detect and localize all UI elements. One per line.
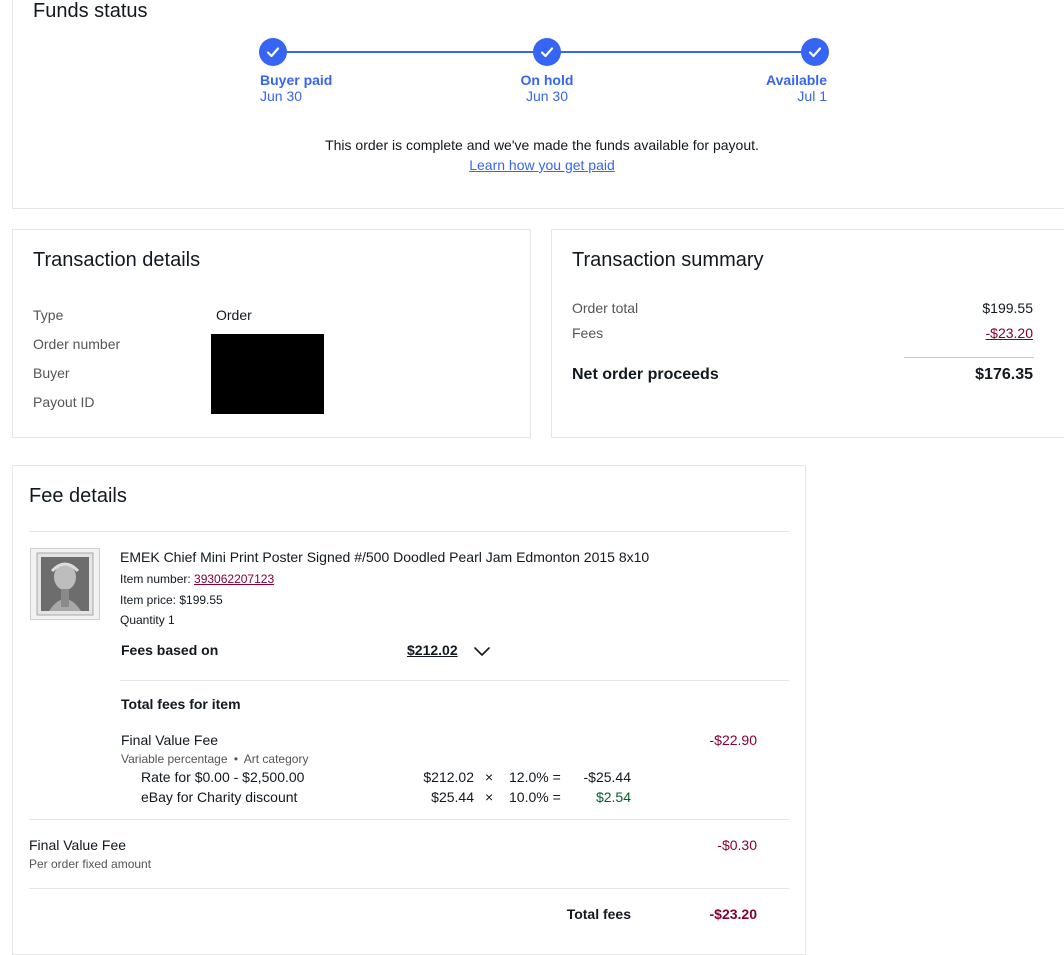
- total-fees-label: Total fees: [566, 906, 631, 922]
- fees-label: Fees: [572, 325, 604, 341]
- step-on-hold-label: On hold: [520, 72, 574, 88]
- funds-status-card: Funds status Buyer paid Jun 30 On hold J…: [12, 0, 1064, 209]
- item-quantity: Quantity 1: [120, 613, 175, 627]
- fee-details-divider-total: [29, 888, 789, 889]
- step-buyer-paid-date: Jun 30: [260, 88, 303, 104]
- fee-details-divider-top: [29, 531, 789, 532]
- step-buyer-paid-label: Buyer paid: [260, 72, 333, 88]
- final-value-fee-sub: Variable percentage • Art category: [121, 752, 308, 766]
- art-category-text: Art category: [243, 752, 309, 766]
- total-fees-value: -$23.20: [709, 906, 757, 922]
- transaction-summary-title: Transaction summary: [572, 249, 764, 271]
- item-number-label: Item number:: [120, 572, 195, 586]
- variable-percentage-text: Variable percentage: [121, 752, 228, 766]
- fee-details-card: Fee details EMEK Chief Mini Print Poster…: [12, 465, 806, 955]
- item-number-link[interactable]: 393062207123: [194, 572, 274, 586]
- transaction-summary-card: Transaction summary Order total $199.55 …: [551, 229, 1064, 438]
- order-number-label: Order number: [33, 336, 121, 352]
- fees-value-link[interactable]: -$23.20: [986, 325, 1033, 341]
- fees-based-on-label: Fees based on: [121, 642, 219, 658]
- buyer-label: Buyer: [33, 365, 70, 381]
- fee-details-divider-fixed: [29, 819, 789, 820]
- payout-id-label: Payout ID: [33, 394, 95, 410]
- fixed-fee-sub: Per order fixed amount: [29, 857, 152, 871]
- fixed-fee-amount: -$0.30: [717, 837, 757, 853]
- item-title: EMEK Chief Mini Print Poster Signed #/50…: [120, 549, 650, 565]
- fees-based-on-value[interactable]: $212.02: [407, 642, 458, 658]
- type-label: Type: [33, 307, 64, 323]
- learn-how-you-get-paid-link[interactable]: Learn how you get paid: [469, 157, 615, 173]
- net-order-proceeds-value: $176.35: [975, 366, 1033, 383]
- type-value: Order: [216, 307, 252, 323]
- rate-row-label: Rate for $0.00 - $2,500.00: [141, 769, 305, 785]
- fixed-fee-label: Final Value Fee: [29, 837, 127, 853]
- transaction-details-card: Transaction details Type Order Order num…: [12, 229, 531, 438]
- item-price: Item price: $199.55: [120, 593, 223, 607]
- chevron-down-icon[interactable]: [473, 644, 491, 658]
- step-available-check-icon: [801, 38, 829, 66]
- summary-divider: [904, 357, 1034, 358]
- net-order-proceeds-label: Net order proceeds: [572, 366, 719, 383]
- progress-track-2: [559, 51, 815, 53]
- separator-dot: •: [233, 752, 239, 766]
- rate-row-result: -$25.44: [583, 769, 631, 785]
- step-on-hold-check-icon: [533, 38, 561, 66]
- order-total-label: Order total: [572, 300, 639, 316]
- rate-row-base: $212.02: [423, 769, 474, 785]
- step-available-date: Jul 1: [797, 88, 827, 104]
- charity-row-result: $2.54: [595, 789, 631, 805]
- funds-status-message: This order is complete and we've made th…: [325, 137, 759, 153]
- item-number-line: Item number: 393062207123: [120, 572, 274, 586]
- order-total-value: $199.55: [982, 300, 1033, 316]
- charity-row-label: eBay for Charity discount: [141, 789, 298, 805]
- step-buyer-paid-check-icon: [259, 38, 287, 66]
- final-value-fee-label: Final Value Fee: [121, 732, 219, 748]
- step-on-hold-date: Jun 30: [525, 88, 569, 104]
- charity-row-pct: 10.0% =: [509, 789, 561, 805]
- final-value-fee-amount: -$22.90: [709, 732, 757, 748]
- rate-row-pct: 12.0% =: [509, 769, 561, 785]
- funds-status-title: Funds status: [33, 0, 148, 22]
- total-fees-for-item-label: Total fees for item: [121, 696, 241, 712]
- redacted-block: [211, 334, 324, 414]
- poster-image-icon: [36, 552, 94, 616]
- fee-details-divider-item: [120, 680, 789, 681]
- item-thumbnail[interactable]: [30, 548, 100, 620]
- fee-details-title: Fee details: [29, 485, 127, 507]
- charity-row-base: $25.44: [431, 789, 474, 805]
- progress-track-1: [283, 51, 547, 53]
- transaction-details-title: Transaction details: [33, 249, 201, 271]
- charity-row-times: ×: [485, 789, 494, 805]
- step-available-label: Available: [766, 72, 827, 88]
- rate-row-times: ×: [485, 769, 494, 785]
